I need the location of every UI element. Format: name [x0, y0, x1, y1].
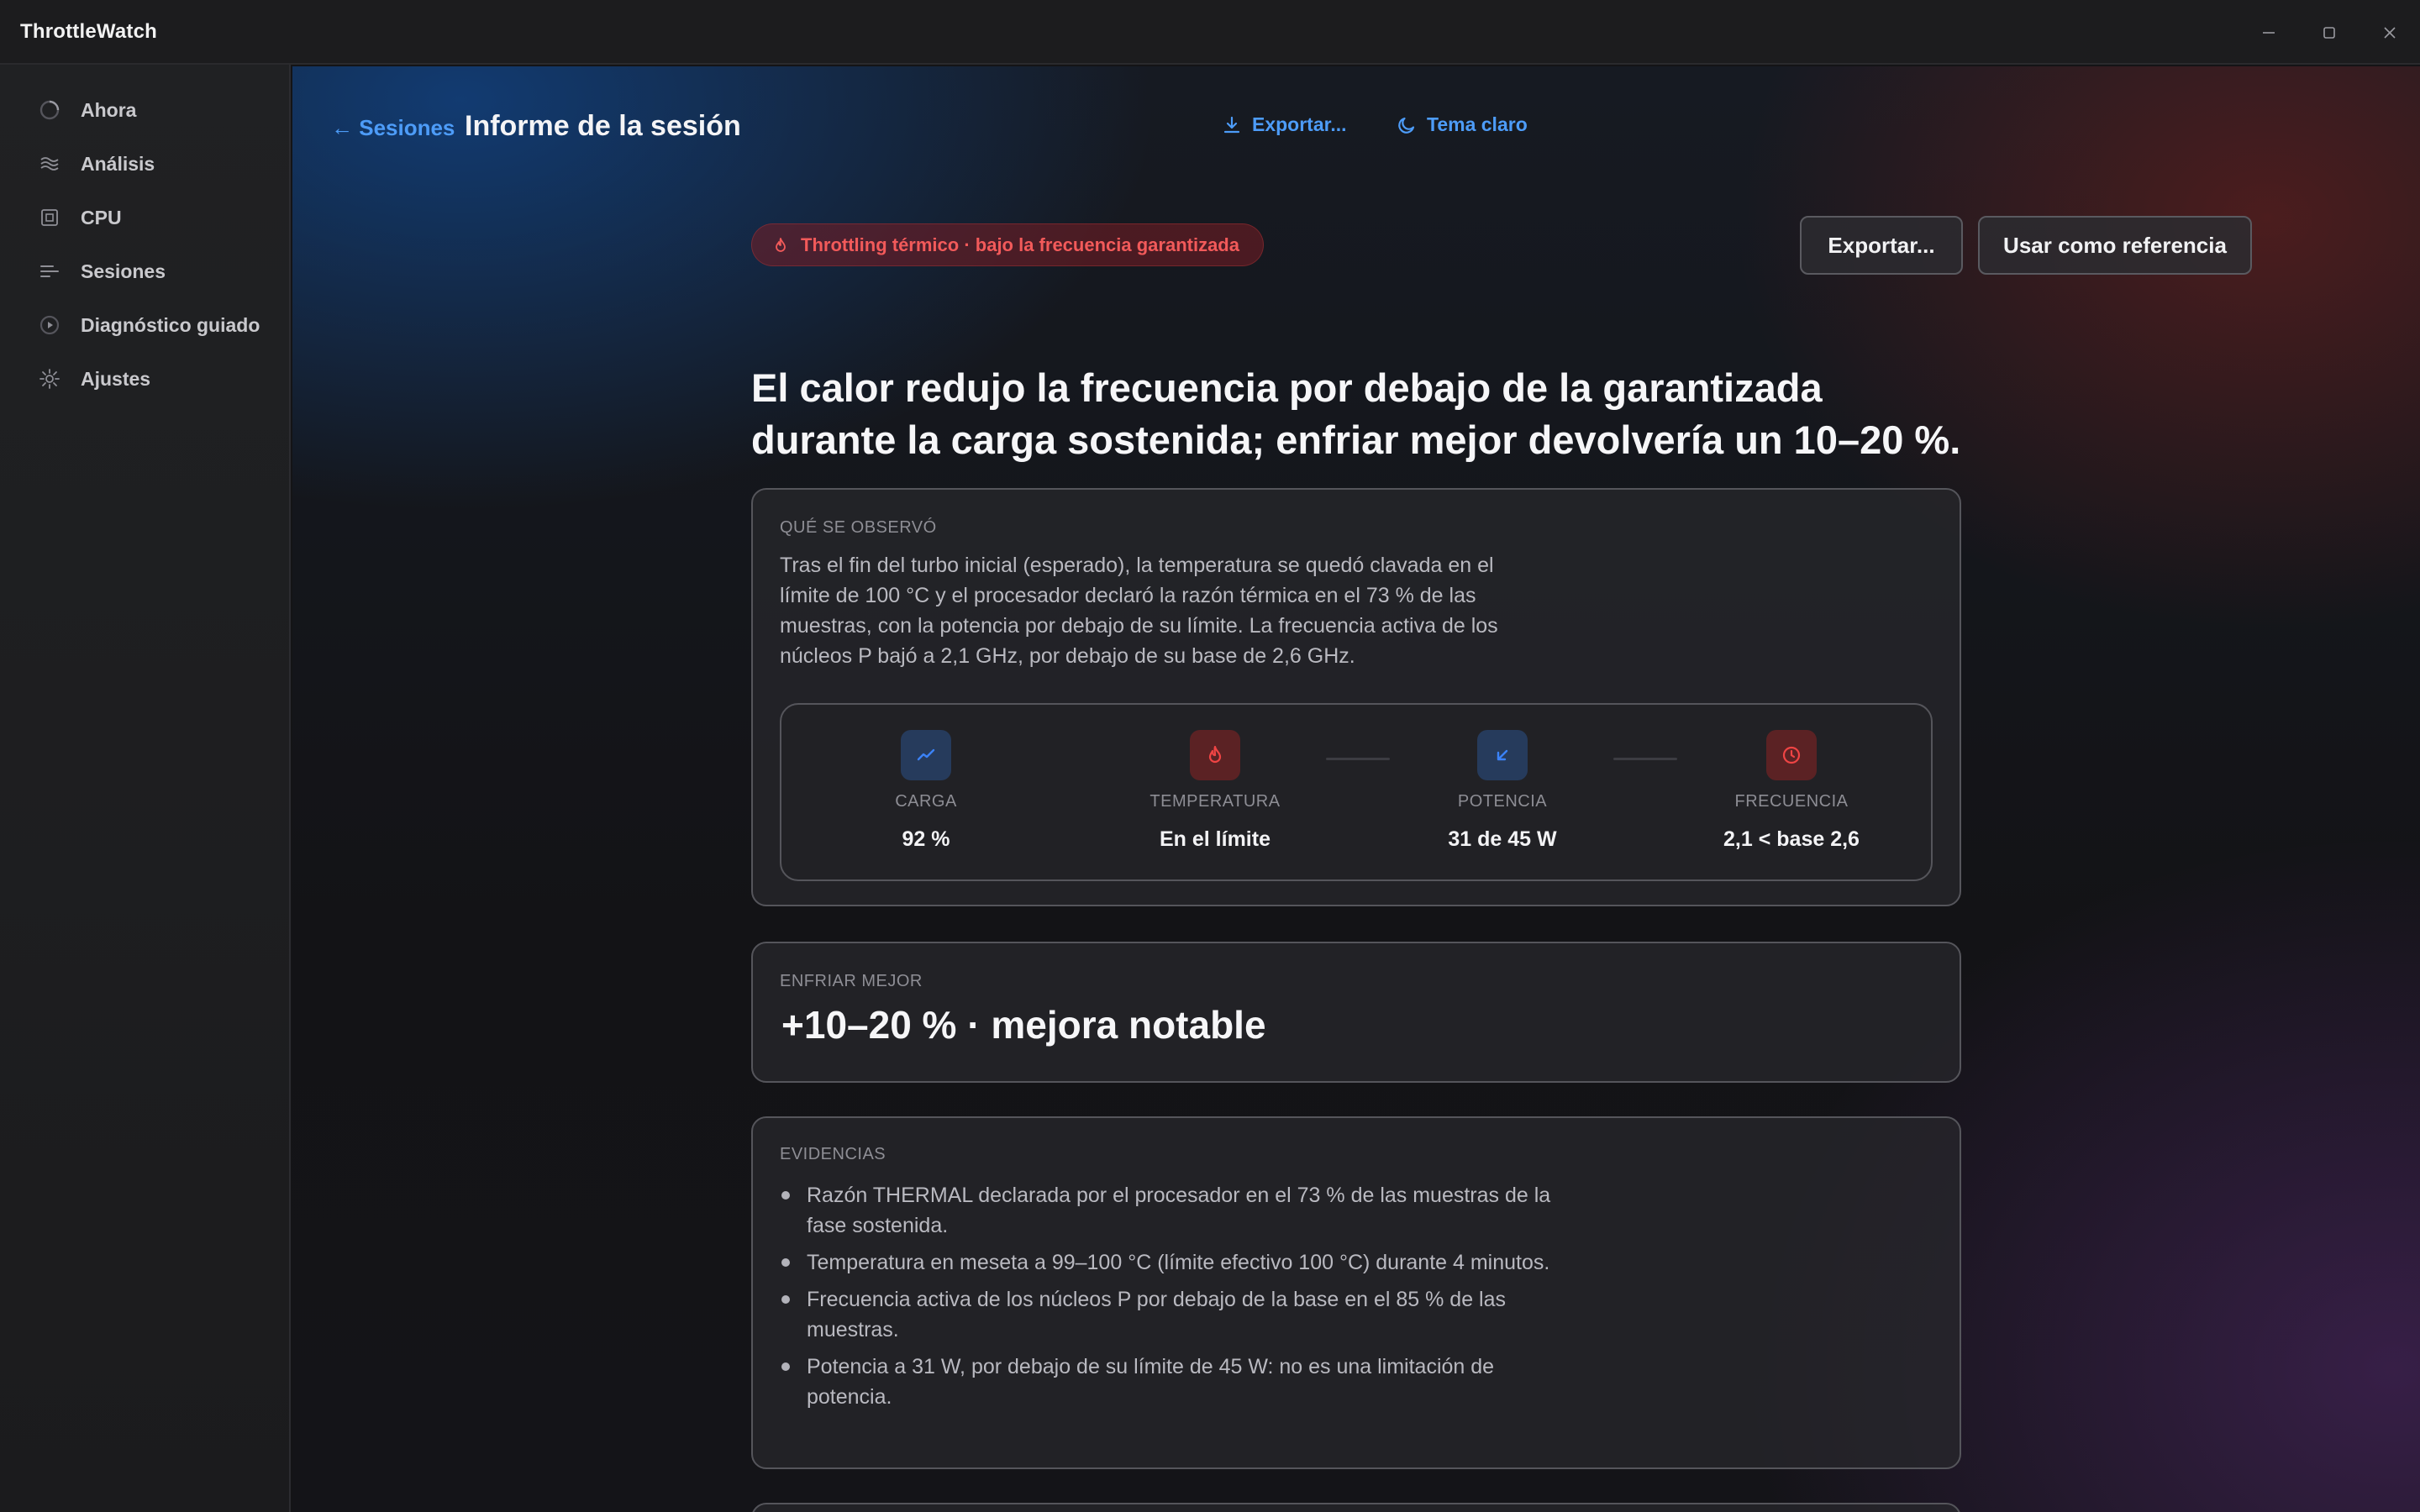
sidebar-item-ahora[interactable]: Ahora [0, 87, 291, 134]
spinner-icon [37, 97, 62, 123]
metric-temperatura: TEMPERATURA En el límite [1071, 705, 1360, 883]
page-header: ← Sesiones Informe de la sesión Exportar… [292, 66, 2420, 192]
waves-icon [37, 151, 62, 176]
header-export-button[interactable]: Exportar... [1222, 113, 1346, 136]
status-badge: Throttling térmico · bajo la frecuencia … [751, 223, 1264, 266]
sidebar-item-analisis[interactable]: Análisis [0, 140, 291, 187]
metric-label: FRECUENCIA [1734, 792, 1849, 811]
minimize-icon [2263, 31, 2275, 34]
metric-value: En el límite [1160, 827, 1270, 851]
clock-icon [1766, 730, 1817, 780]
export-button[interactable]: Exportar... [1800, 216, 1963, 275]
status-badge-label: Throttling térmico · bajo la frecuencia … [801, 234, 1239, 255]
theme-toggle-button[interactable]: Tema claro [1397, 113, 1528, 136]
report-headline: El calor redujo la frecuencia por debajo… [751, 365, 1961, 462]
observed-card-label: QUÉ SE OBSERVÓ [780, 518, 937, 537]
metric-potencia: POTENCIA 31 de 45 W [1358, 705, 1647, 883]
improvement-value: +10–20 % · mejora notable [781, 1003, 1266, 1047]
evidence-list: Razón THERMAL declarada por el procesado… [781, 1180, 1563, 1419]
main-area: ← Sesiones Informe de la sesión Exportar… [292, 66, 2420, 1512]
metric-label: POTENCIA [1457, 792, 1548, 811]
metrics-strip: CARGA 92 % TEMPERATURA En el límite POTE… [780, 703, 1933, 881]
flame-icon [1190, 730, 1240, 780]
sidebar-item-diagnostico[interactable]: Diagnóstico guiado [0, 302, 291, 349]
sidebar-item-label: CPU [81, 206, 122, 228]
maximize-button[interactable] [2299, 0, 2360, 65]
theme-toggle-label: Tema claro [1427, 113, 1528, 135]
play-circle-icon [37, 312, 62, 338]
observed-card-text: Tras el fin del turbo inicial (esperado)… [780, 554, 1498, 668]
metric-label: CARGA [895, 792, 957, 811]
gear-icon [37, 366, 62, 391]
close-button[interactable] [2360, 0, 2420, 65]
list-item: Temperatura en meseta a 99–100 °C (límit… [781, 1247, 1563, 1278]
sidebar-item-ajustes[interactable]: Ajustes [0, 355, 291, 402]
maximize-icon [2323, 26, 2335, 39]
list-item: Frecuencia activa de los núcleos P por d… [781, 1284, 1563, 1345]
improvement-card-label: ENFRIAR MEJOR [780, 972, 923, 990]
app-title: ThrottleWatch [20, 19, 158, 43]
back-to-sessions-link[interactable]: ← Sesiones [331, 115, 455, 141]
sidebar-item-sesiones[interactable]: Sesiones [0, 248, 291, 295]
arrow-down-left-icon [1477, 730, 1528, 780]
sidebar-item-label: Ahora [81, 98, 137, 121]
window-controls [2238, 0, 2420, 65]
metric-frecuencia: FRECUENCIA 2,1 < base 2,6 [1647, 705, 1936, 883]
use-as-reference-button[interactable]: Usar como referencia [1978, 216, 2252, 275]
download-icon [1223, 116, 1240, 133]
trend-up-icon [901, 730, 951, 780]
sidebar-item-label: Sesiones [81, 260, 166, 282]
sidebar-item-label: Diagnóstico guiado [81, 313, 260, 336]
title-bar: ThrottleWatch [0, 0, 2420, 65]
minimize-button[interactable] [2238, 0, 2299, 65]
list-item: Potencia a 31 W, por debajo de su límite… [781, 1352, 1563, 1412]
metric-carga: CARGA 92 % [781, 705, 1071, 883]
moon-icon [1398, 117, 1415, 134]
sidebar: Ahora Análisis CPU Sesiones Diagnóstico … [0, 65, 291, 1512]
metric-value: 31 de 45 W [1448, 827, 1557, 851]
metric-value: 92 % [902, 827, 950, 851]
metric-label: TEMPERATURA [1150, 792, 1281, 811]
cpu-icon [37, 205, 62, 230]
sidebar-item-label: Ajustes [81, 367, 151, 390]
metric-value: 2,1 < base 2,6 [1723, 827, 1860, 851]
evidence-card: EVIDENCIAS Razón THERMAL declarada por e… [751, 1116, 1961, 1469]
improvement-card: ENFRIAR MEJOR +10–20 % · mejora notable [751, 942, 1961, 1083]
header-export-label: Exportar... [1252, 113, 1347, 135]
sidebar-item-label: Análisis [81, 152, 155, 175]
list-icon [37, 259, 62, 284]
next-card [751, 1503, 1961, 1512]
close-icon [2384, 26, 2396, 39]
list-item: Razón THERMAL declarada por el procesado… [781, 1180, 1563, 1241]
page-title: Informe de la sesión [465, 110, 741, 142]
flame-icon [776, 237, 786, 252]
sidebar-item-cpu[interactable]: CPU [0, 194, 291, 241]
observed-card: QUÉ SE OBSERVÓ Tras el fin del turbo ini… [751, 488, 1961, 906]
evidence-card-label: EVIDENCIAS [780, 1145, 886, 1163]
